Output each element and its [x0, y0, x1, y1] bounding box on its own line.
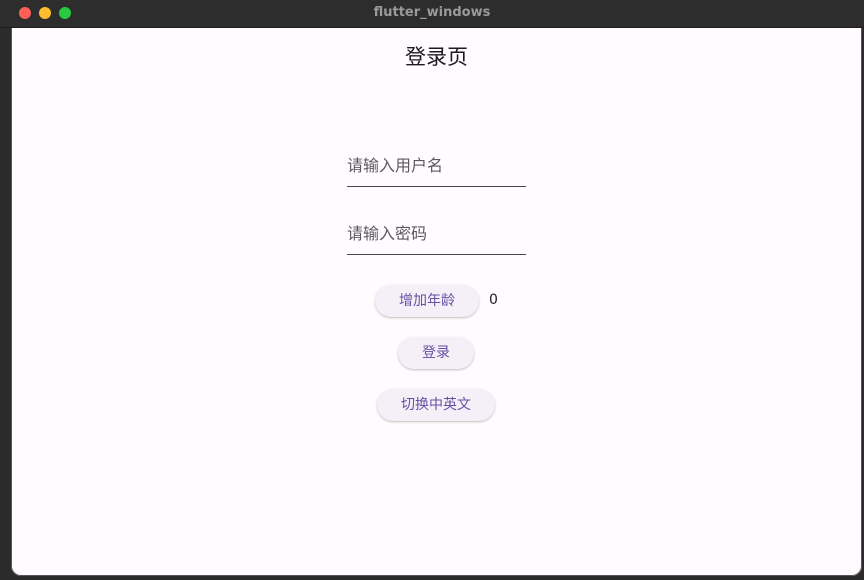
window-titlebar[interactable]: flutter_windows [0, 0, 864, 28]
age-value: 0 [489, 292, 498, 308]
login-button[interactable]: 登录 [398, 337, 474, 369]
app-window: 登录页 增加年龄 0 登录 切换中英文 [11, 0, 862, 576]
password-field[interactable] [347, 214, 526, 255]
page-title: 登录页 [405, 45, 468, 69]
desktop: 登录页 增加年龄 0 登录 切换中英文 flutter_windows [0, 0, 864, 580]
app-content: 登录页 增加年龄 0 登录 切换中英文 [11, 28, 862, 576]
password-input[interactable] [347, 214, 526, 252]
increase-age-button[interactable]: 增加年龄 [375, 285, 479, 317]
switch-language-button[interactable]: 切换中英文 [377, 389, 495, 421]
window-title: flutter_windows [373, 5, 491, 20]
username-field[interactable] [347, 146, 526, 187]
username-input[interactable] [347, 146, 526, 184]
